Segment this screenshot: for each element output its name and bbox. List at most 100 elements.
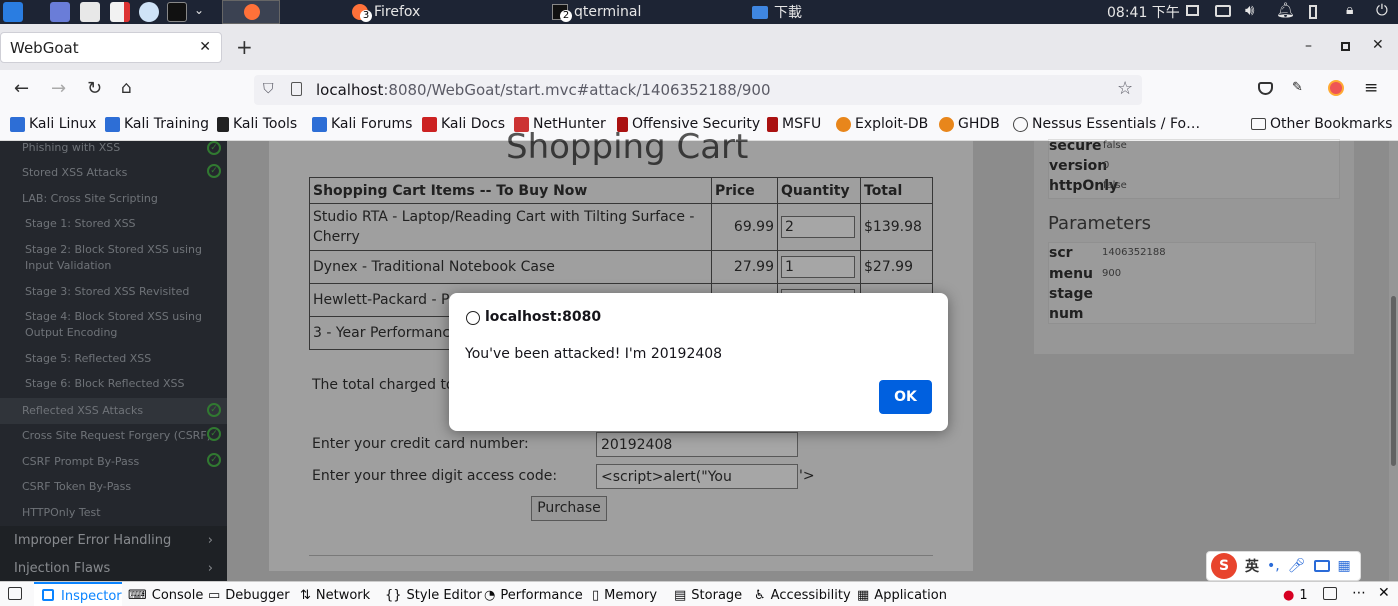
tab-label: Debugger bbox=[225, 588, 290, 603]
task-qterminal[interactable]: 2 qterminal bbox=[552, 0, 641, 24]
tab-label: Console bbox=[151, 588, 204, 603]
ime-language[interactable]: 英 bbox=[1245, 556, 1259, 576]
task-count-badge: 2 bbox=[560, 10, 572, 22]
other-bookmarks[interactable]: Other Bookmarks bbox=[1251, 116, 1392, 132]
active-window-button[interactable] bbox=[222, 0, 280, 24]
task-label: Firefox bbox=[374, 4, 421, 20]
bookmark-label: GHDB bbox=[958, 116, 1000, 132]
text-editor-icon[interactable] bbox=[110, 2, 130, 22]
system-taskbar: ⌄ 3 Firefox 2 qterminal 下載 08:41 下午 🔊︎ 🔔… bbox=[0, 0, 1398, 24]
close-window-button[interactable]: ✕ bbox=[1372, 37, 1384, 53]
tab-label: Style Editor bbox=[406, 588, 482, 603]
tab-label: Storage bbox=[691, 588, 743, 603]
battery-icon[interactable] bbox=[1309, 5, 1317, 19]
bookmark-kali-linux[interactable]: Kali Linux bbox=[10, 116, 96, 132]
bookmark-exploit-db[interactable]: Exploit-DB bbox=[836, 116, 928, 132]
tab-style-editor[interactable]: {} Style Editor bbox=[385, 588, 482, 603]
power-icon[interactable]: ⏻ bbox=[1376, 1, 1388, 19]
page-info-icon[interactable] bbox=[291, 82, 302, 96]
tab-application[interactable]: ▦ Application bbox=[857, 588, 947, 603]
docs-icon bbox=[422, 116, 437, 132]
tab-accessibility[interactable]: ♿︎ Accessibility bbox=[754, 588, 851, 603]
kali-icon bbox=[105, 116, 120, 132]
tab-performance[interactable]: ◔ Performance bbox=[484, 588, 583, 603]
volume-icon[interactable]: 🔊︎ bbox=[1245, 1, 1254, 19]
bookmark-label: Kali Linux bbox=[29, 116, 97, 132]
bookmark-star-icon[interactable]: ☆ bbox=[1117, 78, 1133, 99]
bookmark-ghdb[interactable]: GHDB bbox=[939, 116, 1000, 132]
memory-icon: ▯ bbox=[592, 588, 600, 603]
devtools-toolbar: Inspector ⌨︎ Console ▭ Debugger ⇅ Network {… bbox=[0, 581, 1398, 606]
error-icon: ● bbox=[1283, 588, 1295, 603]
bookmark-kali-docs[interactable]: Kali Docs bbox=[422, 116, 505, 132]
extension-icon[interactable] bbox=[1328, 80, 1344, 96]
tab-network[interactable]: ⇅ Network bbox=[300, 588, 370, 603]
close-devtools-icon[interactable]: ✕ bbox=[1378, 585, 1390, 601]
window-icon[interactable] bbox=[1186, 5, 1199, 16]
bookmark-label: Kali Docs bbox=[441, 116, 506, 132]
firefox-icon: 3 bbox=[352, 4, 372, 22]
close-tab-icon[interactable]: ✕ bbox=[199, 39, 211, 55]
keyboard-icon[interactable] bbox=[1313, 560, 1330, 572]
reload-icon[interactable]: ↻ bbox=[87, 78, 102, 99]
bookmark-kali-training[interactable]: Kali Training bbox=[105, 116, 209, 132]
kali-icon bbox=[10, 116, 25, 132]
ok-button[interactable]: OK bbox=[879, 380, 932, 414]
tab-inspector[interactable]: Inspector bbox=[34, 582, 122, 606]
storage-icon: ▤ bbox=[674, 588, 687, 603]
forward-arrow-icon[interactable]: → bbox=[51, 78, 66, 99]
minimize-window-button[interactable]: – bbox=[1305, 38, 1312, 54]
error-counter[interactable]: ● 1 bbox=[1283, 588, 1308, 603]
dialog-origin: localhost:8080 bbox=[485, 309, 602, 325]
tab-memory[interactable]: ▯ Memory bbox=[592, 588, 657, 603]
task-downloads[interactable]: 下載 bbox=[752, 0, 802, 24]
maximize-window-button[interactable] bbox=[1341, 42, 1350, 51]
kali-icon bbox=[312, 116, 327, 132]
lock-icon[interactable]: 🔒︎ bbox=[1346, 2, 1353, 18]
file-manager-icon[interactable] bbox=[80, 2, 100, 22]
browser-tab-webgoat[interactable]: WebGoat ✕ bbox=[0, 32, 222, 63]
task-firefox[interactable]: 3 Firefox bbox=[352, 0, 420, 24]
tab-label: Performance bbox=[500, 588, 583, 603]
chevron-down-icon[interactable]: ⌄ bbox=[194, 3, 204, 17]
back-arrow-icon[interactable]: ← bbox=[14, 78, 29, 99]
hamburger-menu-icon[interactable]: ≡ bbox=[1364, 78, 1378, 98]
tab-debugger[interactable]: ▭ Debugger bbox=[208, 588, 290, 603]
keyboard-icon[interactable] bbox=[1215, 5, 1231, 17]
url-bar[interactable]: ⛉ localhost:8080/WebGoat/start.mvc#attac… bbox=[254, 75, 1142, 105]
terminal-launcher-icon[interactable] bbox=[167, 2, 187, 22]
desktop-icon[interactable] bbox=[50, 2, 70, 22]
task-label: qterminal bbox=[574, 4, 642, 20]
language-icon[interactable]: ✎ bbox=[1292, 80, 1303, 95]
dock-side-icon[interactable] bbox=[1323, 587, 1337, 600]
apps-grid-icon[interactable]: ▦ bbox=[1338, 558, 1351, 574]
kali-menu-icon[interactable] bbox=[3, 2, 23, 22]
tab-label: Application bbox=[874, 588, 947, 603]
tab-storage[interactable]: ▤ Storage bbox=[674, 588, 742, 603]
clock[interactable]: 08:41 下午 bbox=[1107, 2, 1180, 22]
notification-bell-icon[interactable]: 🔔︎ bbox=[1276, 1, 1295, 19]
ime-toolbar: S 英 •, 🎤︎ ▦ bbox=[1206, 551, 1361, 581]
element-picker-icon[interactable] bbox=[8, 587, 22, 600]
bookmark-msfu[interactable]: MSFU bbox=[767, 116, 821, 132]
url-host: localhost bbox=[316, 81, 384, 99]
microphone-icon[interactable]: 🎤︎ bbox=[1288, 558, 1306, 574]
tab-console[interactable]: ⌨︎ Console bbox=[128, 588, 203, 603]
bookmark-nessus[interactable]: Nessus Essentials / Fo… bbox=[1013, 116, 1200, 132]
alert-dialog: localhost:8080 You've been attacked! I'm… bbox=[449, 293, 948, 431]
tab-label: Memory bbox=[604, 588, 658, 603]
new-tab-button[interactable]: + bbox=[236, 35, 253, 59]
more-options-icon[interactable]: ⋯ bbox=[1352, 585, 1366, 601]
url-path: :8080/WebGoat/start.mvc#attack/140635218… bbox=[383, 81, 771, 99]
accessibility-icon: ♿︎ bbox=[754, 588, 766, 603]
browser-launcher-icon[interactable] bbox=[139, 2, 159, 22]
bookmark-label: Other Bookmarks bbox=[1270, 116, 1393, 132]
shield-icon[interactable]: ⛉ bbox=[263, 81, 274, 97]
punctuation-icon[interactable]: •, bbox=[1267, 558, 1280, 574]
home-icon[interactable]: ⌂ bbox=[121, 78, 132, 98]
bookmark-kali-tools[interactable]: Kali Tools bbox=[217, 116, 297, 132]
bookmark-kali-forums[interactable]: Kali Forums bbox=[312, 116, 412, 132]
bookmark-label: Nessus Essentials / Fo… bbox=[1032, 116, 1201, 132]
exploit-db-icon bbox=[939, 116, 954, 132]
sogou-logo-icon[interactable]: S bbox=[1211, 553, 1237, 579]
